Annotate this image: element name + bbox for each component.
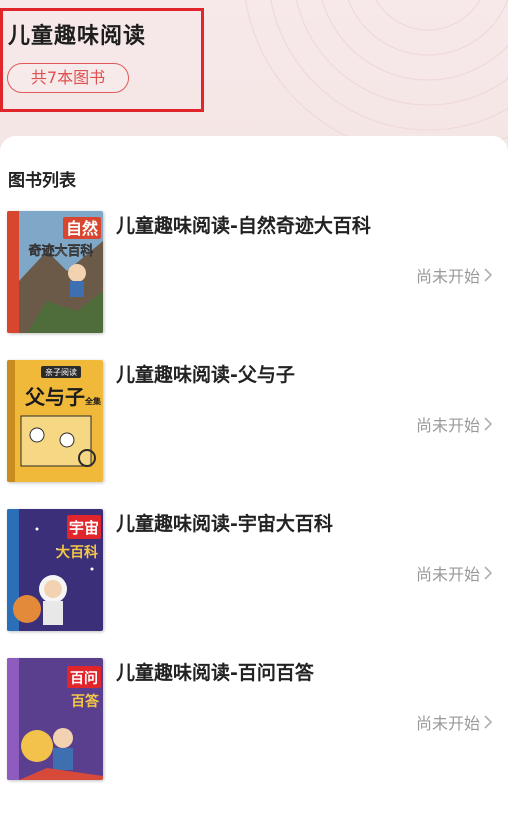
book-status-text: 尚未开始 xyxy=(415,416,480,435)
book-list-item-1[interactable]: 自然 奇迹大百科 儿童趣味阅读-自然奇迹大百科 尚未开始 xyxy=(0,211,508,341)
chevron-right-icon xyxy=(484,417,492,431)
chevron-right-icon xyxy=(484,566,492,580)
cover-title-2: 父与子 xyxy=(24,385,85,409)
book-title[interactable]: 儿童趣味阅读-百问百答 xyxy=(116,658,314,685)
section-title: 图书列表 xyxy=(8,171,76,191)
cover-title-3: 宇宙 xyxy=(69,519,99,537)
chevron-right-icon xyxy=(484,715,492,729)
cover-tag-2: 亲子阅读 xyxy=(45,367,77,377)
book-title[interactable]: 儿童趣味阅读-自然奇迹大百科 xyxy=(116,211,371,238)
book-status-text: 尚未开始 xyxy=(415,267,480,286)
book-list-item-4[interactable]: 百问 百答 儿童趣味阅读-百问百答 尚未开始 xyxy=(0,658,508,788)
cover-side-2: 全集 xyxy=(84,396,102,406)
book-title[interactable]: 儿童趣味阅读-父与子 xyxy=(116,360,295,387)
book-title[interactable]: 儿童趣味阅读-宇宙大百科 xyxy=(116,509,333,536)
book-status[interactable]: 尚未开始 xyxy=(416,263,492,287)
book-status[interactable]: 尚未开始 xyxy=(416,561,492,585)
cover-subtitle-4: 百答 xyxy=(71,693,100,710)
cover-subtitle-3: 大百科 xyxy=(56,544,98,561)
chevron-right-icon xyxy=(484,268,492,282)
book-cover-1[interactable]: 自然 奇迹大百科 xyxy=(7,211,103,333)
collection-title: 儿童趣味阅读 xyxy=(8,24,147,49)
cover-subtitle-1: 奇迹大百科 xyxy=(28,243,93,259)
cover-title-4: 百问 xyxy=(70,670,98,687)
book-status-text: 尚未开始 xyxy=(415,565,480,584)
book-status-text: 尚未开始 xyxy=(415,714,480,733)
cover-title-1: 自然 xyxy=(66,219,98,238)
book-status[interactable]: 尚未开始 xyxy=(416,710,492,734)
decorative-arcs xyxy=(244,0,508,150)
book-list-item-2[interactable]: 亲子阅读 父与子 全集 儿童趣味阅读-父与子 尚未开始 xyxy=(0,360,508,490)
book-count-badge: 共7本图书 xyxy=(7,63,129,93)
book-status[interactable]: 尚未开始 xyxy=(416,412,492,436)
book-list-item-3[interactable]: 宇宙 大百科 儿童趣味阅读-宇宙大百科 尚未开始 xyxy=(0,509,508,639)
book-cover-4[interactable]: 百问 百答 xyxy=(7,658,103,780)
book-cover-2[interactable]: 亲子阅读 父与子 全集 xyxy=(7,360,103,482)
book-cover-3[interactable]: 宇宙 大百科 xyxy=(7,509,103,631)
